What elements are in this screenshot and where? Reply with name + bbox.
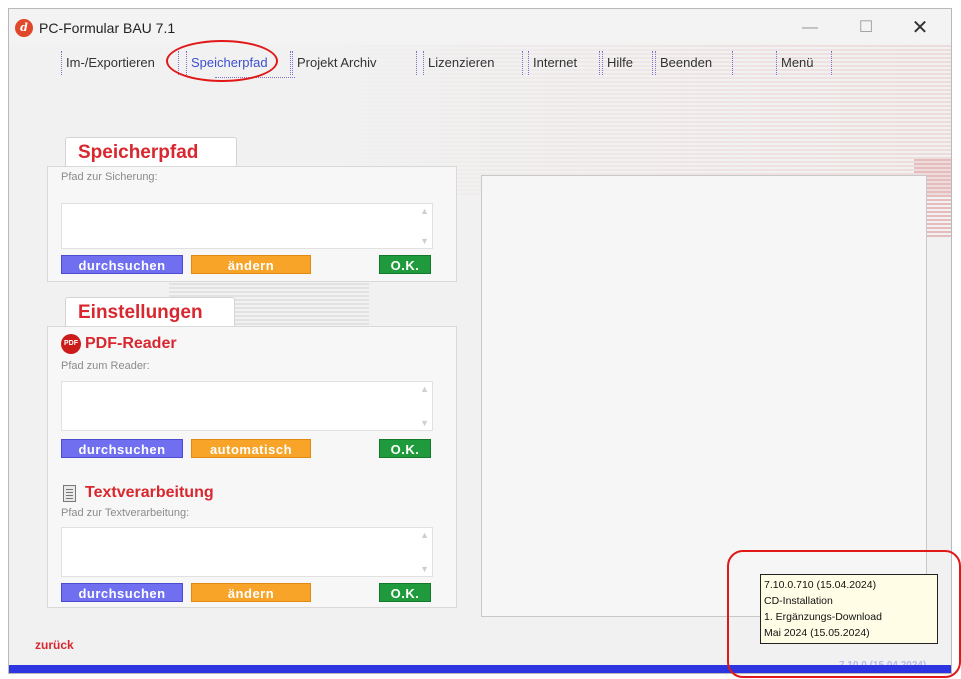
close-button[interactable]: ✕ xyxy=(899,15,941,41)
pdf-reader-auto-button[interactable]: automatisch xyxy=(191,439,311,458)
pdf-reader-browse-button[interactable]: durchsuchen xyxy=(61,439,183,458)
textverarbeitung-input[interactable]: ▲ ▼ xyxy=(61,527,433,577)
speicherpfad-input[interactable]: ▲ ▼ xyxy=(61,203,433,249)
speicherpfad-heading: Speicherpfad xyxy=(78,142,199,163)
menu-item-lizenzieren[interactable]: Lizenzieren xyxy=(423,51,523,75)
menu-item-hilfe[interactable]: Hilfe xyxy=(602,51,653,75)
textverarbeitung-browse-button[interactable]: durchsuchen xyxy=(61,583,183,602)
app-logo-icon: d xyxy=(15,19,33,37)
tab-einstellungen: Einstellungen xyxy=(65,297,235,327)
scroll-down-icon[interactable]: ▼ xyxy=(420,564,429,574)
speicherpfad-ok-button[interactable]: O.K. xyxy=(379,255,431,274)
speicherpfad-browse-button[interactable]: durchsuchen xyxy=(61,255,183,274)
document-icon xyxy=(63,485,76,502)
einstellungen-heading: Einstellungen xyxy=(78,302,203,323)
menu-item-internet[interactable]: Internet xyxy=(528,51,600,75)
scroll-up-icon[interactable]: ▲ xyxy=(420,206,429,216)
einstellungen-panel: PDF PDF-Reader Pfad zum Reader: ▲ ▼ durc… xyxy=(47,326,457,608)
pdf-reader-input[interactable]: ▲ ▼ xyxy=(61,381,433,431)
tab-speicherpfad: Speicherpfad xyxy=(65,137,237,167)
menu-item-im-exportieren[interactable]: Im-/Exportieren xyxy=(61,51,179,75)
scroll-up-icon[interactable]: ▲ xyxy=(420,530,429,540)
speicherpfad-change-button[interactable]: ändern xyxy=(191,255,311,274)
textverarbeitung-ok-button[interactable]: O.K. xyxy=(379,583,431,602)
pdf-reader-field-label: Pfad zum Reader: xyxy=(61,360,150,372)
menu-item-projekt-archiv[interactable]: Projekt Archiv xyxy=(292,51,417,75)
pdf-reader-title: PDF-Reader xyxy=(85,335,177,352)
highlight-rect-annotation xyxy=(727,550,961,678)
scroll-down-icon[interactable]: ▼ xyxy=(420,236,429,246)
speicherpfad-field-label: Pfad zur Sicherung: xyxy=(61,171,158,183)
scroll-down-icon[interactable]: ▼ xyxy=(420,418,429,428)
pdf-reader-ok-button[interactable]: O.K. xyxy=(379,439,431,458)
back-link[interactable]: zurück xyxy=(35,638,74,652)
maximize-button[interactable]: ☐ xyxy=(845,15,887,41)
scroll-up-icon[interactable]: ▲ xyxy=(420,384,429,394)
window-title: PC-Formular BAU 7.1 xyxy=(39,20,176,36)
textverarbeitung-title: Textverarbeitung xyxy=(85,484,214,501)
speicherpfad-panel: Pfad zur Sicherung: ▲ ▼ durchsuchen ände… xyxy=(47,166,457,282)
highlight-circle-annotation xyxy=(166,40,278,82)
menu-item-beenden[interactable]: Beenden xyxy=(655,51,733,75)
menu-item-menue[interactable]: Menü xyxy=(776,51,832,75)
pdf-icon: PDF xyxy=(61,334,81,354)
title-bar: d PC-Formular BAU 7.1 — ☐ ✕ xyxy=(9,9,951,45)
minimize-button[interactable]: — xyxy=(789,15,831,41)
textverarbeitung-field-label: Pfad zur Textverarbeitung: xyxy=(61,507,190,519)
textverarbeitung-change-button[interactable]: ändern xyxy=(191,583,311,602)
